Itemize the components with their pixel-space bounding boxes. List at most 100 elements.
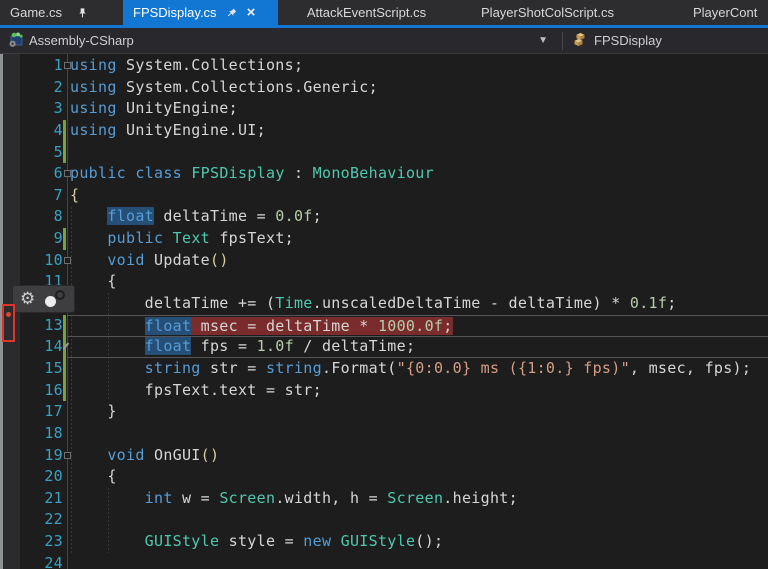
code-line-text[interactable]: void Update() — [67, 250, 768, 272]
code-line-text[interactable]: using System.Collections; — [67, 55, 768, 77]
code-token: FPSDisplay — [191, 164, 285, 183]
fold-marker[interactable] — [64, 451, 71, 459]
code-line[interactable]: 13 float msec = deltaTime * 1000.0f; — [20, 314, 768, 337]
code-line[interactable]: 1 using System.Collections; — [20, 55, 768, 77]
code-line-text[interactable]: } — [67, 401, 768, 423]
line-number[interactable]: 14 — [20, 336, 63, 358]
gear-icon[interactable]: ⚙ — [20, 290, 35, 308]
tab-label: Game.cs — [10, 5, 63, 20]
code-line-text[interactable] — [67, 142, 768, 164]
symbol-dropdown[interactable]: FPSDisplay — [563, 28, 662, 53]
code-line-text[interactable]: { — [67, 466, 768, 488]
code-line[interactable]: 15 string str = string.Format("{0:0.0} m… — [20, 357, 768, 380]
code-line[interactable]: 14 float fps = 1.0f / deltaTime; — [20, 336, 768, 358]
code-line[interactable]: 3 using UnityEngine; — [20, 98, 768, 120]
line-number[interactable]: 23 — [20, 531, 63, 553]
code-line[interactable]: 9 public Text fpsText; — [20, 228, 768, 250]
code-line-text[interactable]: void OnGUI() — [67, 445, 768, 467]
caret-line-text[interactable]: float fps = 1.0f / deltaTime; — [67, 336, 768, 358]
fold-marker[interactable] — [64, 256, 71, 264]
line-number[interactable]: 21 — [20, 488, 63, 510]
code-area: 1 using System.Collections; 2 using System.… — [20, 55, 768, 569]
document-tab[interactable]: AttackEventScript.cs — [278, 0, 455, 25]
close-icon[interactable]: × — [247, 5, 256, 20]
code-token: } — [70, 402, 117, 421]
code-line[interactable]: 4 using UnityEngine.UI; — [20, 119, 768, 142]
code-line-text[interactable]: float msec = deltaTime * 1000.0f; — [67, 314, 768, 337]
code-line-text[interactable]: public class FPSDisplay : MonoBehaviour — [67, 163, 768, 185]
code-token: UnityEngine.UI; — [116, 120, 266, 139]
line-number[interactable]: 17 — [20, 401, 63, 423]
line-number[interactable]: 16 — [20, 380, 63, 402]
code-line[interactable]: 16 fpsText.text = str; — [20, 379, 768, 402]
tab-label: AttackEventScript.cs — [306, 5, 427, 20]
line-number[interactable]: 15 — [20, 358, 63, 380]
code-line-text[interactable]: int w = Screen.width, h = Screen.height; — [67, 488, 768, 510]
project-dropdown[interactable]: Assembly-CSharp ▼ — [0, 28, 562, 53]
document-tab[interactable]: PlayerCont — [640, 0, 768, 25]
line-number[interactable]: 22 — [20, 509, 63, 531]
code-line-text[interactable]: using UnityEngine; — [67, 98, 768, 120]
fold-marker[interactable] — [64, 62, 71, 69]
code-line-text[interactable] — [67, 553, 768, 569]
code-token: / deltaTime; — [293, 337, 416, 356]
line-number[interactable]: 13 — [20, 315, 63, 337]
code-line[interactable]: 21 int w = Screen.width, h = Screen.heig… — [20, 488, 768, 510]
code-line[interactable]: 18 — [20, 423, 768, 445]
code-token: System.Collections; — [116, 56, 304, 74]
fold-marker[interactable] — [64, 170, 71, 178]
code-line[interactable]: 24 — [20, 553, 768, 569]
line-number[interactable]: 8 — [20, 206, 63, 228]
code-line-text[interactable]: using UnityEngine.UI; — [67, 120, 768, 142]
pin-icon[interactable] — [226, 7, 237, 19]
code-line-text[interactable]: public Text fpsText; — [67, 228, 768, 250]
chevron-down-icon[interactable]: ▼ — [538, 35, 548, 46]
line-number[interactable]: 2 — [20, 77, 63, 99]
code-line[interactable]: 6 public class FPSDisplay : MonoBehaviour — [20, 163, 768, 185]
code-line[interactable]: 17 } — [20, 401, 768, 423]
circles-icon[interactable] — [45, 290, 66, 308]
code-line[interactable]: 12 deltaTime += (Time.unscaledDeltaTime … — [20, 293, 768, 315]
code-line-text[interactable]: { — [67, 185, 768, 207]
code-line-text[interactable]: deltaTime += (Time.unscaledDeltaTime - d… — [67, 293, 768, 315]
code-line[interactable]: 22 — [20, 509, 768, 531]
line-number[interactable]: 6 — [20, 163, 63, 185]
code-line-text[interactable]: using System.Collections.Generic; — [67, 77, 768, 99]
code-token: GUIStyle — [144, 532, 220, 551]
code-line-text[interactable]: float deltaTime = 0.0f; — [67, 206, 768, 228]
line-number[interactable]: 5 — [20, 142, 63, 164]
line-number[interactable]: 9 — [20, 228, 63, 250]
document-tab[interactable]: Game.cs — [0, 0, 118, 25]
line-number[interactable]: 10 — [20, 250, 63, 272]
code-line-text[interactable]: fpsText.text = str; — [67, 380, 768, 402]
document-tab[interactable]: PlayerShotColScript.cs — [455, 0, 640, 25]
code-line[interactable]: 7{ — [20, 185, 768, 207]
code-line-text[interactable]: string str = string.Format("{0:0.0} ms (… — [67, 358, 768, 380]
code-line-text[interactable] — [67, 423, 768, 445]
line-number[interactable]: 1 — [20, 55, 63, 77]
document-tab[interactable]: FPSDisplay.cs × — [123, 0, 278, 25]
line-number[interactable]: 19 — [20, 445, 63, 467]
code-line[interactable]: 11 { — [20, 271, 768, 293]
code-line-text[interactable]: GUIStyle style = new GUIStyle(); — [67, 531, 768, 553]
code-token: using — [70, 120, 117, 139]
code-line[interactable]: 8 float deltaTime = 0.0f; — [20, 206, 768, 228]
line-number[interactable]: 24 — [20, 553, 63, 569]
line-number[interactable]: 20 — [20, 466, 63, 488]
code-line-text[interactable] — [67, 509, 768, 531]
text-editor[interactable]: 1 using System.Collections; 2 using System.… — [0, 54, 768, 569]
code-line-text[interactable]: { — [67, 271, 768, 293]
line-number[interactable]: 3 — [20, 98, 63, 120]
code-line[interactable]: 2 using System.Collections.Generic; — [20, 77, 768, 99]
code-line[interactable]: 5 — [20, 141, 768, 164]
code-line[interactable]: 10 void Update() — [20, 250, 768, 272]
line-number[interactable]: 7 — [20, 185, 63, 207]
line-number[interactable]: 4 — [20, 120, 63, 142]
line-number[interactable]: 18 — [20, 423, 63, 445]
code-line[interactable]: 23 GUIStyle style = new GUIStyle(); — [20, 531, 768, 553]
code-token: float — [144, 337, 192, 356]
code-line[interactable]: 19 void OnGUI() — [20, 445, 768, 467]
code-line[interactable]: 20 { — [20, 466, 768, 488]
pin-icon[interactable] — [77, 7, 88, 19]
